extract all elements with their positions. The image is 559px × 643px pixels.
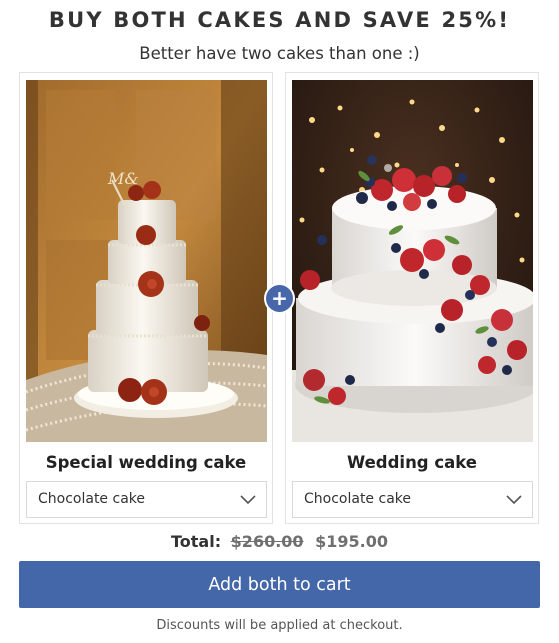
svg-text:M&: M& [107, 169, 139, 188]
product-title[interactable]: Special wedding cake [20, 453, 272, 472]
product-card-special-wedding-cake: M& Special wedding cake Chocolate cake [19, 72, 273, 524]
variant-select[interactable]: Chocolate cake [26, 481, 267, 518]
berry-cake-photo[interactable] [292, 80, 533, 442]
plus-icon: + [264, 283, 295, 314]
variant-select[interactable]: Chocolate cake [292, 481, 533, 518]
original-price: $260.00 [230, 532, 304, 551]
discounted-price: $195.00 [315, 532, 388, 551]
total-price-row: Total: $260.00 $195.00 [0, 532, 559, 551]
variant-select-value: Chocolate cake [304, 491, 411, 507]
product-title[interactable]: Wedding cake [286, 453, 538, 472]
chevron-down-icon [240, 495, 256, 505]
variant-select-value: Chocolate cake [38, 491, 145, 507]
bundle-subheadline: Better have two cakes than one :) [139, 44, 420, 63]
discount-footnote: Discounts will be applied at checkout. [156, 618, 403, 633]
bundle-headline: BUY BOTH CAKES AND SAVE 25%! [48, 8, 511, 32]
add-both-to-cart-button[interactable]: Add both to cart [19, 561, 540, 608]
total-label: Total: [170, 532, 222, 551]
tiered-wedding-cake-photo[interactable]: M& [26, 80, 267, 442]
chevron-down-icon [506, 495, 522, 505]
product-card-wedding-cake: Wedding cake Chocolate cake [285, 72, 539, 524]
